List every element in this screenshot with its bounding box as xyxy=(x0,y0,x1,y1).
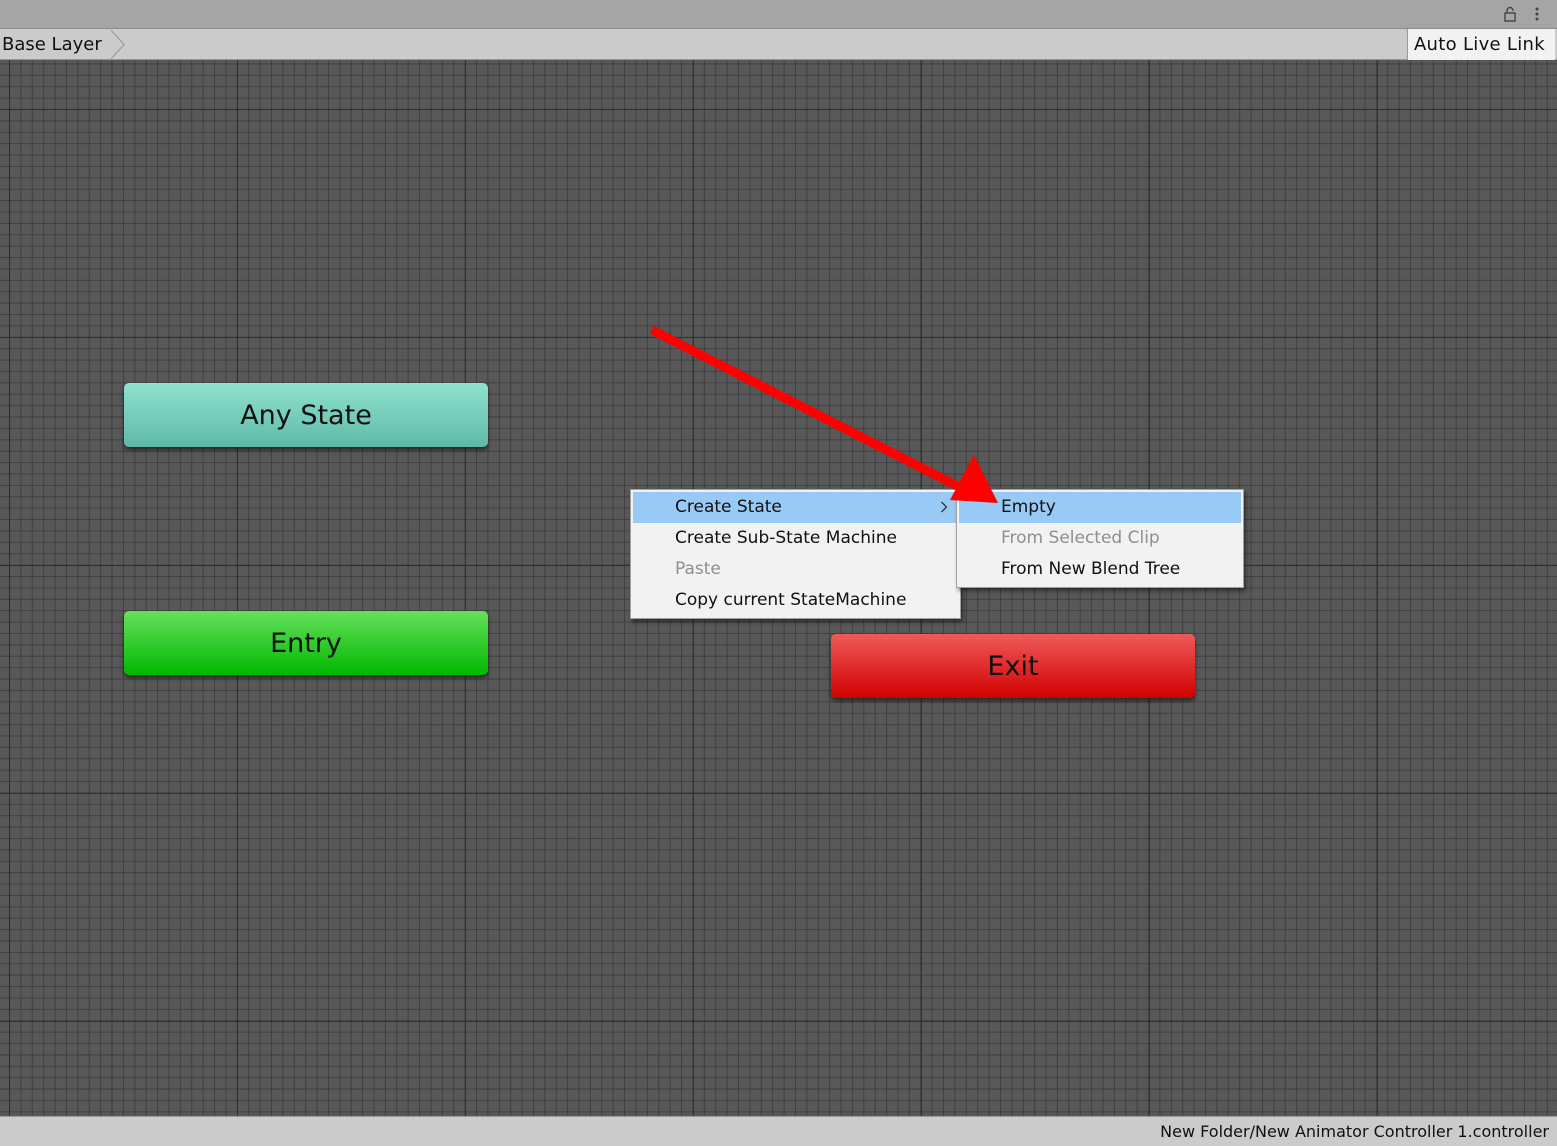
exit-node[interactable]: Exit xyxy=(831,634,1195,698)
menu-item-label: Create State xyxy=(675,497,782,517)
toolbar: Base Layer Auto Live Link xyxy=(0,29,1557,60)
breadcrumb-base-layer[interactable]: Base Layer xyxy=(0,29,110,60)
context-menu: Create State Create Sub-State Machine Pa… xyxy=(630,489,961,619)
menu-item-label: Empty xyxy=(1001,497,1056,517)
menu-item-label: Create Sub-State Machine xyxy=(675,528,897,548)
menu-item-create-sub-state-machine[interactable]: Create Sub-State Machine xyxy=(633,523,958,554)
submenu-item-empty[interactable]: Empty xyxy=(959,492,1241,523)
create-state-submenu: Empty From Selected Clip From New Blend … xyxy=(956,489,1244,588)
submenu-item-from-new-blend-tree[interactable]: From New Blend Tree xyxy=(959,554,1241,585)
menu-item-label: From New Blend Tree xyxy=(1001,559,1181,579)
state-machine-graph[interactable]: Any State Entry Exit Create State Create… xyxy=(0,60,1557,1116)
controller-path: New Folder/New Animator Controller 1.con… xyxy=(1160,1122,1549,1141)
menu-item-paste: Paste xyxy=(633,554,958,585)
menu-item-copy-state-machine[interactable]: Copy current StateMachine xyxy=(633,585,958,616)
menu-item-label: From Selected Clip xyxy=(1001,528,1160,548)
auto-live-link-button[interactable]: Auto Live Link xyxy=(1406,29,1555,60)
any-state-node[interactable]: Any State xyxy=(124,383,488,447)
entry-node[interactable]: Entry xyxy=(124,611,488,675)
menu-item-label: Copy current StateMachine xyxy=(675,590,907,610)
submenu-item-from-selected-clip: From Selected Clip xyxy=(959,523,1241,554)
lock-icon[interactable] xyxy=(1503,6,1517,22)
chevron-right-icon xyxy=(110,29,125,60)
animator-window: Base Layer Auto Live Link Any State Entr… xyxy=(0,0,1557,1146)
chevron-right-icon xyxy=(941,501,948,513)
menu-item-create-state[interactable]: Create State xyxy=(633,492,958,523)
title-bar xyxy=(0,0,1557,29)
breadcrumb: Base Layer xyxy=(0,29,126,60)
menu-item-label: Paste xyxy=(675,559,721,579)
status-bar: New Folder/New Animator Controller 1.con… xyxy=(0,1116,1557,1146)
more-options-icon[interactable] xyxy=(1533,6,1541,22)
